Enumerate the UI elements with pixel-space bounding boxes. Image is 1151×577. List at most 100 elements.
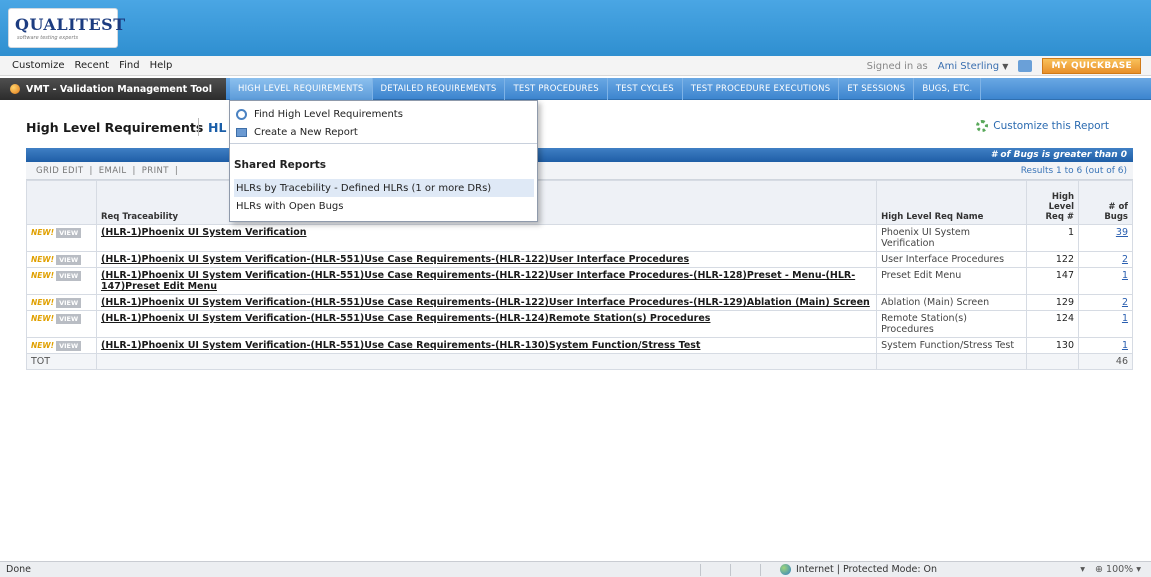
new-badge: NEW! (31, 255, 55, 264)
high-level-req-number-cell: 129 (1026, 294, 1079, 311)
table-row: NEW! VIEW (HLR-1)Phoenix UI System Verific… (26, 337, 1133, 354)
menu-recent[interactable]: Recent (75, 60, 110, 71)
notepad-icon[interactable] (1018, 60, 1033, 72)
req-traceability-link[interactable]: (HLR-1)Phoenix UI System Verification-(H… (101, 313, 710, 324)
bug-count-cell: 1 (1078, 310, 1133, 338)
shared-report-hlrs-with-open-bugs[interactable]: HLRs with Open Bugs (234, 197, 534, 215)
chevron-down-icon: ▼ (1002, 61, 1009, 71)
page-title: High Level Requirements (26, 120, 204, 135)
print-link[interactable]: PRINT (142, 166, 169, 176)
high-level-req-number-cell: 147 (1026, 267, 1079, 295)
zoom-icon: ⊕ (1095, 564, 1103, 575)
tab-high-level-requirements[interactable]: HIGH LEVEL REQUIREMENTS (230, 78, 373, 100)
shared-reports-header: Shared Reports (234, 159, 326, 171)
req-traceability-link[interactable]: (HLR-1)Phoenix UI System Verification (101, 227, 307, 238)
bug-count-cell: 39 (1078, 224, 1133, 252)
create-new-report-item[interactable]: Create a New Report (234, 123, 534, 141)
find-item-label: Find High Level Requirements (254, 108, 403, 120)
gear-icon (976, 120, 989, 132)
bug-count-link[interactable]: 1 (1122, 313, 1128, 324)
status-divider (760, 564, 761, 576)
actions-column-header (26, 180, 97, 225)
column-header-bug-count[interactable]: # of Bugs (1078, 180, 1133, 225)
status-text: Done (6, 564, 31, 575)
column-header-high-level-req-number[interactable]: High Level Req # (1026, 180, 1079, 225)
report-title-partial[interactable]: HL (208, 120, 226, 135)
bug-count-link[interactable]: 2 (1122, 297, 1128, 308)
high-level-req-name-cell: Phoenix UI System Verification (876, 224, 1028, 252)
view-button[interactable]: VIEW (56, 228, 82, 238)
customize-report-link[interactable]: Customize this Report (976, 120, 1109, 132)
zoom-level: 100% (1106, 564, 1134, 575)
total-empty-cell (1026, 353, 1079, 370)
row-actions: NEW! VIEW (26, 294, 97, 311)
tab-bugs-etc[interactable]: BUGS, etc. (914, 78, 982, 100)
settings-dropdown-icon[interactable]: ▾ (1080, 564, 1085, 575)
my-quickbase-button[interactable]: MY QUICKBASE (1042, 58, 1141, 74)
report-filter-bar: # of Bugs is greater than 0 (26, 148, 1133, 162)
tab-test-procedure-executions[interactable]: TEST PROCEDURE EXECUTIONS (683, 78, 840, 100)
create-item-label: Create a New Report (254, 126, 358, 138)
email-link[interactable]: EMAIL (99, 166, 127, 176)
shared-report-hlrs-by-tracebility[interactable]: HLRs by Tracebility - Defined HLRs (1 or… (234, 179, 534, 197)
logo-text: QUALITEST (15, 15, 126, 34)
high-level-req-number-cell: 124 (1026, 310, 1079, 338)
table-row: NEW! VIEW (HLR-1)Phoenix UI System Verific… (26, 310, 1133, 338)
view-button[interactable]: VIEW (56, 298, 82, 308)
qualitest-logo[interactable]: QUALITEST software testing experts (8, 8, 125, 48)
row-actions: NEW! VIEW (26, 224, 97, 252)
title-divider (198, 118, 199, 136)
app-title[interactable]: VMT - Validation Management Tool (0, 78, 226, 100)
status-divider (700, 564, 701, 576)
high-level-req-name-cell: System Function/Stress Test (876, 337, 1028, 354)
table-row: NEW! VIEW (HLR-1)Phoenix UI System Verific… (26, 294, 1133, 311)
new-badge: NEW! (31, 341, 55, 350)
row-actions: NEW! VIEW (26, 337, 97, 354)
row-actions: NEW! VIEW (26, 267, 97, 295)
tab-detailed-requirements[interactable]: DETAILED REQUIREMENTS (373, 78, 506, 100)
column-header-high-level-req-name[interactable]: High Level Req Name (876, 180, 1028, 225)
bug-count-cell: 1 (1078, 267, 1133, 295)
tab-et-sessions[interactable]: ET SESSIONS (839, 78, 915, 100)
tab-test-procedures[interactable]: TEST PROCEDURES (505, 78, 608, 100)
report-toolbar: GRID EDIT | EMAIL | PRINT | Results 1 to… (26, 162, 1133, 180)
report-icon (236, 127, 247, 137)
find-high-level-requirements-item[interactable]: Find High Level Requirements (234, 105, 534, 123)
total-empty-cell (876, 353, 1028, 370)
new-badge: NEW! (31, 298, 55, 307)
menu-find[interactable]: Find (119, 60, 140, 71)
table-row: NEW! VIEW (HLR-1)Phoenix UI System Verific… (26, 251, 1133, 268)
bug-count-link[interactable]: 1 (1122, 270, 1128, 281)
bug-count-link[interactable]: 1 (1122, 340, 1128, 351)
table-row: NEW! VIEW (HLR-1)Phoenix UI System Verific… (26, 224, 1133, 252)
toolbar-separator: | (132, 166, 136, 176)
toolbar-separator: | (174, 166, 179, 176)
req-traceability-link[interactable]: (HLR-1)Phoenix UI System Verification-(H… (101, 340, 700, 351)
security-zone[interactable]: Internet | Protected Mode: On (780, 564, 937, 575)
app-icon (10, 84, 20, 94)
user-name: Ami Sterling (937, 60, 1000, 72)
high-level-req-name-cell: Remote Station(s) Procedures (876, 310, 1028, 338)
bug-count-link[interactable]: 39 (1116, 227, 1128, 238)
view-button[interactable]: VIEW (56, 314, 82, 324)
req-traceability-link[interactable]: (HLR-1)Phoenix UI System Verification-(H… (101, 254, 689, 265)
view-button[interactable]: VIEW (56, 271, 82, 281)
tab-test-cycles[interactable]: TEST CYCLES (608, 78, 683, 100)
req-traceability-link[interactable]: (HLR-1)Phoenix UI System Verification-(H… (101, 270, 855, 292)
browser-statusbar: Done Internet | Protected Mode: On ▾ ⊕ 1… (0, 561, 1151, 577)
zoom-control[interactable]: ⊕ 100% ▾ (1095, 564, 1141, 575)
view-button[interactable]: VIEW (56, 341, 82, 351)
grid-edit-link[interactable]: GRID EDIT (36, 166, 83, 176)
customize-report-label: Customize this Report (993, 120, 1109, 132)
search-icon (236, 108, 247, 120)
req-traceability-link[interactable]: (HLR-1)Phoenix UI System Verification-(H… (101, 297, 870, 308)
menu-help[interactable]: Help (150, 60, 173, 71)
total-bugs: 46 (1078, 353, 1133, 370)
user-menu[interactable]: Ami Sterling ▼ (938, 61, 1009, 72)
bug-count-link[interactable]: 2 (1122, 254, 1128, 265)
app-tabbar: VMT - Validation Management Tool HIGH LE… (0, 78, 1151, 100)
req-traceability-cell: (HLR-1)Phoenix UI System Verification-(H… (95, 251, 878, 268)
results-count: Results 1 to 6 (out of 6) (1020, 166, 1127, 176)
menu-customize[interactable]: Customize (12, 60, 65, 71)
view-button[interactable]: VIEW (56, 255, 82, 265)
